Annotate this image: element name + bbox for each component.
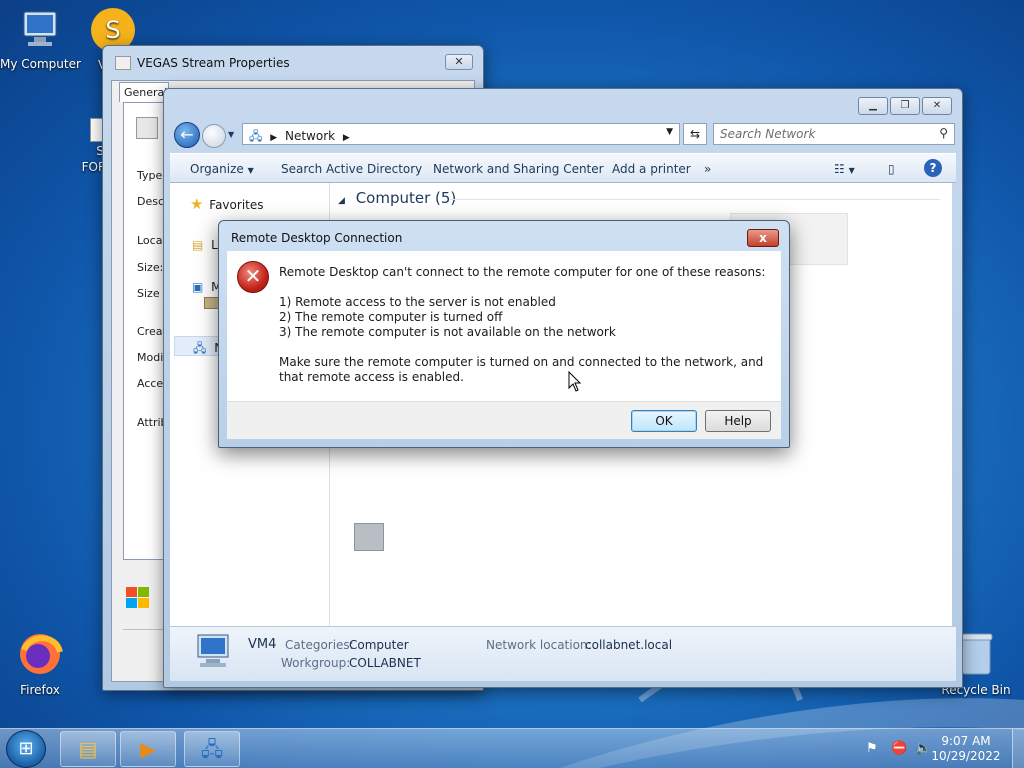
taskbar-media-player-button[interactable]: ▶ [120,731,176,767]
taskbar-explorer-button[interactable]: ▤ [60,731,116,767]
firefox-icon [20,634,63,674]
error-message: Remote Desktop can't connect to the remo… [279,265,766,279]
refresh-icon: ⇆ [689,127,701,141]
organize-button[interactable]: Organize ▼ [190,162,254,176]
minimize-button[interactable]: ▁ [858,97,888,115]
detail-categories-value: Computer [349,638,409,652]
search-placeholder: Search Network [720,127,816,141]
nav-item-libraries[interactable]: ▤ L [192,238,218,252]
folder-icon: ▤ [78,737,98,761]
desktop-icon-label: My Computer [0,57,81,71]
taskbar-remote-desktop-button[interactable]: 🖧 [184,731,240,767]
search-icon[interactable]: ⚲ [939,126,948,140]
dialog-body: ✕ Remote Desktop can't connect to the re… [227,251,781,401]
mouse-cursor-icon [568,371,582,392]
chevron-right-icon: ▶ [342,133,350,143]
remote-desktop-icon: 🖧 [200,737,224,761]
view-options-icon[interactable]: ☷ ▼ [834,162,855,176]
clock-time: 9:07 AM [941,734,991,748]
detail-computer-name: VM4 [248,637,277,652]
back-button[interactable]: ← [174,122,200,148]
collapse-icon: ◢ [338,196,345,206]
details-pane: VM4 Categories: Computer Workgroup: COLL… [170,626,956,681]
desktop-icon-label: Firefox [20,683,60,697]
close-icon: x [759,231,767,245]
detail-network-location-value: collabnet.local [585,638,673,652]
svg-text:S: S [105,16,120,44]
refresh-button[interactable]: ⇆ [683,123,707,145]
address-row: ← ▼ 🖧 ▶ Network ▶ ▼ ⇆ Search Network ⚲ [170,120,956,148]
maximize-button[interactable]: ❐ [890,97,920,115]
action-center-icon[interactable]: ⚑ [866,741,878,756]
clock-date: 10/29/2022 [931,749,1001,763]
divider [123,629,163,630]
windows-logo-icon: ⊞ [18,738,34,759]
desktop-icon-firefox[interactable]: Firefox [0,630,80,697]
chevron-down-icon[interactable]: ▼ [228,130,234,139]
dialog-footer: OK Help [227,401,781,439]
search-input[interactable]: Search Network ⚲ [713,123,955,145]
detail-workgroup-label: Workgroup: [281,656,351,670]
breadcrumb-network[interactable]: Network [285,129,335,143]
error-icon: ✕ [237,261,269,293]
show-desktop-button[interactable] [1012,729,1024,768]
system-clock[interactable]: 9:07 AM 10/29/2022 [926,734,1006,764]
reason-item: 2) The remote computer is turned off [279,310,503,324]
advice-text: Make sure the remote computer is turned … [279,355,764,384]
network-icon: 🖧 [193,341,207,355]
field-label: Size: [137,261,164,274]
caption-buttons: ▁ ❐ ✕ [858,97,952,115]
media-player-icon: ▶ [140,737,156,761]
network-icon: 🖧 [249,129,263,143]
close-button[interactable]: ✕ [445,54,473,70]
ok-button[interactable]: OK [631,410,697,432]
forward-button[interactable] [202,124,226,148]
address-dropdown-icon[interactable]: ▼ [666,127,673,137]
arrow-left-icon: ← [180,125,194,144]
computer-icon [23,11,57,46]
folder-icon: ▤ [192,238,204,252]
window-icon [115,56,131,70]
help-icon[interactable]: ? [924,159,942,177]
help-button[interactable]: Help [705,410,771,432]
reason-item: 3) The remote computer is not available … [279,325,616,339]
more-commands-button[interactable]: » [704,162,711,176]
taskbar: ⊞ ▤ ▶ 🖧 ⚑ ⛔ 🔈 9:07 AM 10/29/2022 [0,728,1024,768]
star-icon: ★ [190,195,204,213]
computer-item[interactable] [354,523,384,551]
network-disconnected-icon[interactable]: ⛔ [891,741,907,756]
add-printer-button[interactable]: Add a printer [612,162,691,176]
search-active-directory-button[interactable]: Search Active Directory [281,162,422,176]
chevron-right-icon: ▶ [270,133,278,143]
chevron-down-icon: ▼ [247,166,254,175]
window-title: VEGAS Stream Properties [137,56,290,70]
reason-item: 1) Remote access to the server is not en… [279,295,556,309]
desktop-icon-my-computer[interactable]: My Computer [0,8,81,71]
start-button[interactable]: ⊞ [6,730,46,768]
shortcut-icon [136,117,158,139]
close-button[interactable]: ✕ [922,97,952,115]
command-bar: Organize ▼ Search Active Directory Netwo… [170,153,956,183]
detail-workgroup-value: COLLABNET [349,656,421,670]
remote-desktop-dialog[interactable]: Remote Desktop Connection x ✕ Remote Des… [218,220,790,448]
group-header-computer[interactable]: ◢ Computer (5) [338,189,456,207]
close-button[interactable]: x [747,229,779,247]
preview-pane-icon[interactable]: ▯ [888,162,895,176]
network-sharing-center-button[interactable]: Network and Sharing Center [433,162,604,176]
computer-icon: ▣ [192,280,204,294]
detail-network-location-label: Network location: [486,638,592,652]
computer-icon [192,633,234,669]
windows-logo-icon [125,586,151,610]
address-bar[interactable]: 🖧 ▶ Network ▶ ▼ [242,123,680,145]
detail-categories-label: Categories: [285,638,354,652]
nav-item-favorites[interactable]: ★ Favorites [190,195,264,213]
group-header-line [450,199,940,200]
tab-general[interactable]: General [119,82,169,102]
field-label: Type [137,169,163,182]
dialog-title: Remote Desktop Connection [231,231,403,245]
